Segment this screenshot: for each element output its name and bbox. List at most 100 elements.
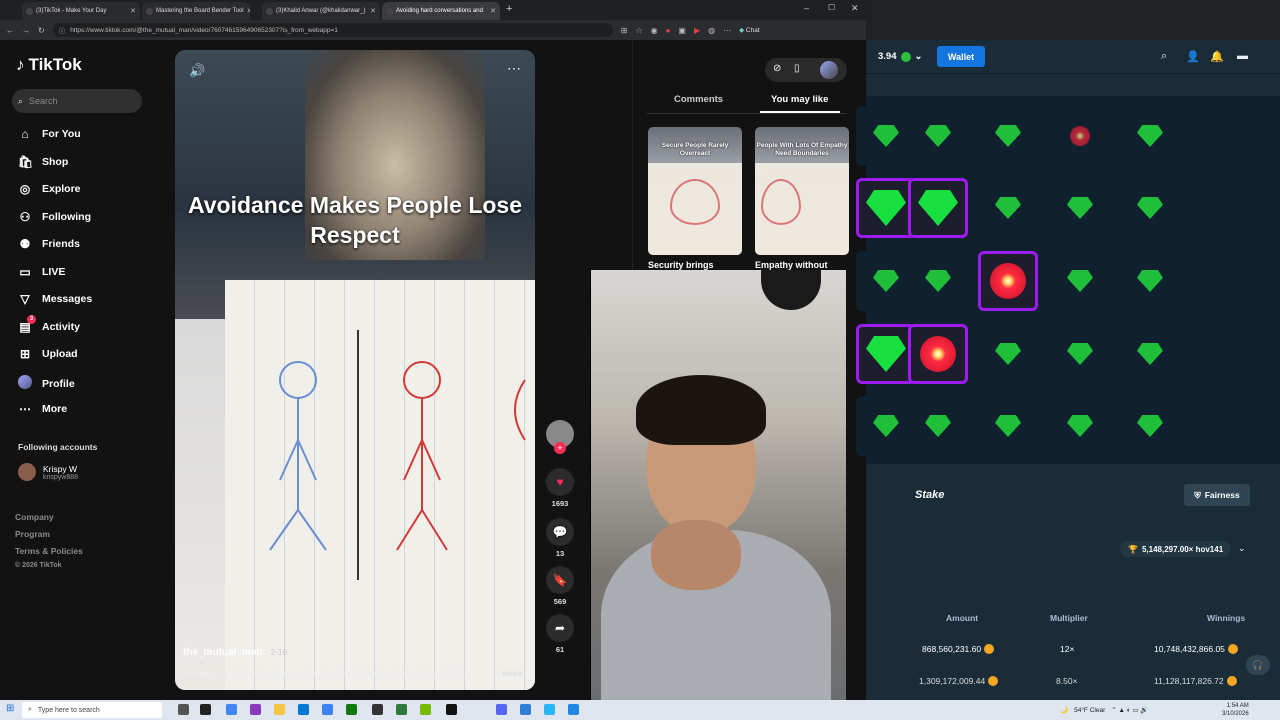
- mines-tile[interactable]: [1120, 324, 1180, 384]
- like-button[interactable]: ♥ 1693: [545, 468, 575, 508]
- mines-tile[interactable]: [908, 251, 968, 311]
- mines-tile[interactable]: [1050, 178, 1110, 238]
- author-avatar-follow[interactable]: +: [545, 420, 575, 454]
- wallet-button[interactable]: Wallet: [937, 46, 985, 67]
- mines-tile[interactable]: [1050, 251, 1110, 311]
- discord-icon[interactable]: [496, 704, 507, 715]
- chat-icon[interactable]: ▬: [1237, 50, 1248, 62]
- forward-icon[interactable]: →: [22, 26, 30, 35]
- mines-tile[interactable]: [908, 396, 968, 456]
- mines-tile[interactable]: [1120, 251, 1180, 311]
- chrome-icon[interactable]: [226, 704, 237, 715]
- user-avatar-icon[interactable]: [820, 61, 838, 79]
- youtube-icon[interactable]: ▶: [694, 26, 700, 35]
- more-options-icon[interactable]: ⋯: [507, 60, 521, 77]
- tiktok-logo[interactable]: ♪ TikTok: [16, 55, 82, 75]
- mines-tile[interactable]: [856, 396, 916, 456]
- suggested-video-thumbnail[interactable]: People With Lots Of Empathy Need Boundar…: [755, 127, 849, 255]
- suggested-video-caption[interactable]: Empathy without: [755, 260, 828, 270]
- mines-tile[interactable]: [1120, 106, 1180, 166]
- url-field[interactable]: ⓘ https://www.tiktok.com/@the_mutual_man/…: [52, 23, 613, 37]
- browser-tab[interactable]: (3)TikTok - Make Your Day ✕: [22, 2, 140, 20]
- bell-icon[interactable]: 🔔: [1210, 50, 1224, 63]
- app-icon[interactable]: [544, 704, 555, 715]
- minimize-icon[interactable]: –: [804, 3, 809, 13]
- menu-icon[interactable]: ⋯: [723, 26, 731, 35]
- comment-button[interactable]: 💬 13: [545, 518, 575, 558]
- refresh-icon[interactable]: ↻: [38, 26, 45, 35]
- mines-tile[interactable]: [978, 106, 1038, 166]
- extension-icon[interactable]: ◉: [651, 26, 658, 35]
- fairness-button[interactable]: ⛨ Fairness: [1184, 484, 1250, 506]
- close-icon[interactable]: ✕: [490, 7, 496, 15]
- nav-activity[interactable]: ▤ 3 Activity: [18, 315, 80, 334]
- mines-tile[interactable]: [1120, 396, 1180, 456]
- mines-tile[interactable]: [856, 251, 916, 311]
- pip-icon[interactable]: ⊘: [773, 63, 781, 74]
- system-clock[interactable]: 1:54 AM 3/10/2026: [1222, 702, 1249, 718]
- extension-icon[interactable]: ●: [666, 26, 671, 35]
- maximize-icon[interactable]: ☐: [828, 3, 835, 12]
- following-account[interactable]: Krispy W krispyw888: [18, 463, 78, 481]
- mines-tile[interactable]: [1050, 106, 1110, 166]
- nav-upload[interactable]: ⊞ Upload: [18, 347, 78, 361]
- suggested-video-caption[interactable]: Security brings: [648, 260, 714, 270]
- mines-tile[interactable]: [1120, 178, 1180, 238]
- app-icon[interactable]: [520, 704, 531, 715]
- new-tab-icon[interactable]: +: [506, 3, 512, 15]
- taskbar-search-input[interactable]: ⌕ Type here to search: [22, 702, 162, 718]
- tray-icons[interactable]: ⌃ ▲ ◐ ▭ 🔊: [1111, 706, 1148, 714]
- nav-following[interactable]: ⚇ Following: [18, 210, 91, 224]
- mines-tile-revealed[interactable]: [856, 324, 916, 384]
- mines-tile[interactable]: [978, 324, 1038, 384]
- suggested-video-thumbnail[interactable]: Secure People Rarely Overreact: [648, 127, 742, 255]
- search-icon[interactable]: ⌕: [1161, 50, 1167, 63]
- back-icon[interactable]: ←: [6, 26, 14, 35]
- nav-messages[interactable]: ▽ Messages: [18, 292, 92, 306]
- nav-for-you[interactable]: ⌂ For You: [18, 127, 80, 141]
- app-icon[interactable]: [322, 704, 333, 715]
- site-info-icon[interactable]: ⓘ: [59, 25, 66, 35]
- video-player[interactable]: Avoidance Makes People Lose Respect 🔊 ⋯ …: [175, 50, 535, 690]
- nav-friends[interactable]: ⚉ Friends: [18, 237, 80, 251]
- browser-tab[interactable]: (3)Khalid Anwar (@khalidanwar_) ✕: [262, 2, 380, 20]
- browser-tab[interactable]: Mastering the Board Bender Tool ✕: [142, 2, 250, 20]
- video-author[interactable]: the_mutual_man · 2-16: [183, 647, 287, 658]
- app-icon[interactable]: [200, 704, 211, 715]
- close-icon[interactable]: ✕: [370, 7, 376, 15]
- mines-tile[interactable]: [1050, 324, 1110, 384]
- volume-icon[interactable]: 🔊: [189, 63, 205, 79]
- close-icon[interactable]: ✕: [130, 7, 136, 15]
- app-icon[interactable]: [446, 704, 457, 715]
- mines-tile[interactable]: [978, 178, 1038, 238]
- mines-tile[interactable]: [978, 396, 1038, 456]
- tab-comments[interactable]: Comments: [674, 94, 723, 105]
- close-icon[interactable]: ✕: [247, 7, 250, 15]
- nav-more[interactable]: ⋯ More: [18, 402, 67, 416]
- follow-plus-icon[interactable]: +: [554, 442, 566, 454]
- mines-tile-revealed[interactable]: [856, 178, 916, 238]
- file-explorer-icon[interactable]: [274, 704, 285, 715]
- nav-profile[interactable]: Profile: [18, 375, 75, 392]
- chevron-down-icon[interactable]: ⌄: [1238, 543, 1246, 554]
- mines-tile[interactable]: [856, 106, 916, 166]
- footer-terms-link[interactable]: Terms & Policies: [15, 546, 83, 556]
- footer-program-link[interactable]: Program: [15, 529, 50, 539]
- tab-you-may-like[interactable]: You may like: [771, 94, 828, 105]
- save-button[interactable]: 🔖 569: [545, 566, 575, 606]
- windows-start-icon[interactable]: ⊞: [6, 703, 14, 714]
- app-icon[interactable]: [372, 704, 383, 715]
- app-icon[interactable]: [396, 704, 407, 715]
- device-icon[interactable]: ▯: [794, 63, 800, 74]
- nav-explore[interactable]: ◎ Explore: [18, 182, 81, 196]
- user-icon[interactable]: 👤: [1186, 50, 1200, 63]
- nav-shop[interactable]: 🛍 Shop: [18, 155, 68, 169]
- app-icon[interactable]: [346, 704, 357, 715]
- extension-icon[interactable]: ⊞: [621, 26, 628, 35]
- balance-display[interactable]: 3.94 ⌄: [878, 51, 922, 62]
- mines-tile-revealed[interactable]: [908, 324, 968, 384]
- mines-tile[interactable]: [1050, 396, 1110, 456]
- mines-tile-revealed[interactable]: [978, 251, 1038, 311]
- nav-live[interactable]: ▭ LIVE: [18, 265, 65, 279]
- extension-icon[interactable]: ▣: [678, 26, 686, 35]
